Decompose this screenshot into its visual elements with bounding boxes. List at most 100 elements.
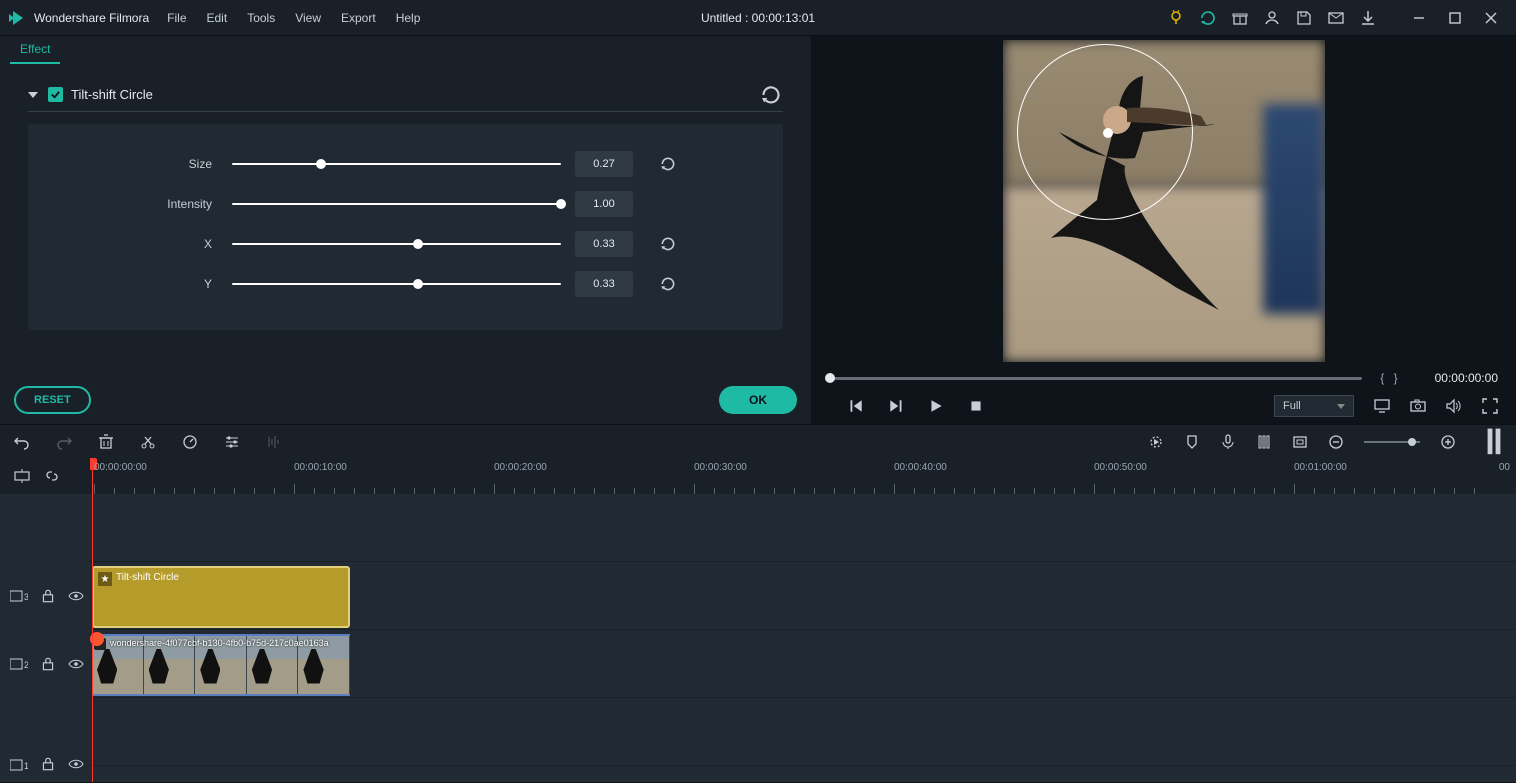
download-icon[interactable] (1360, 10, 1376, 26)
preview-pane: { } 00:00:00:00 Full (812, 36, 1516, 424)
ok-button[interactable]: OK (719, 386, 797, 414)
video-clip[interactable]: wondershare-4f077cbf-b130-4fb0-b75d-217c… (92, 634, 350, 696)
param-x-reset-icon[interactable] (659, 235, 677, 253)
preview-quality-label: Full (1283, 400, 1301, 412)
crop-icon[interactable] (1292, 434, 1308, 450)
track-visibility-icon[interactable] (68, 756, 84, 772)
fullscreen-icon[interactable] (1482, 398, 1498, 414)
track-lock-icon[interactable] (40, 588, 56, 604)
param-x-label: X (72, 237, 232, 251)
snapshot-icon[interactable] (1410, 398, 1426, 414)
tips-icon[interactable] (1168, 10, 1184, 26)
editor-tabbar: Effect (0, 36, 811, 64)
volume-icon[interactable] (1446, 398, 1462, 414)
zoom-in-icon[interactable] (1440, 434, 1456, 450)
param-size-slider[interactable] (232, 154, 561, 174)
refresh-icon[interactable] (1200, 10, 1216, 26)
param-y-value[interactable]: 0.33 (575, 271, 633, 297)
effect-clip-label: Tilt-shift Circle (116, 572, 179, 583)
zoom-fit-icon[interactable] (1486, 434, 1502, 450)
effect-clip[interactable]: ★ Tilt-shift Circle (92, 566, 350, 628)
window-maximize-button[interactable] (1438, 6, 1472, 30)
track-index-1: 1 (10, 758, 28, 772)
split-icon[interactable] (140, 434, 156, 450)
param-intensity-value[interactable]: 1.00 (575, 191, 633, 217)
collapse-caret-icon[interactable] (28, 92, 38, 98)
ruler-label: 00:00:00:00 (94, 462, 147, 473)
gift-icon[interactable] (1232, 10, 1248, 26)
effect-reset-icon[interactable] (759, 83, 783, 107)
record-vo-icon[interactable] (1220, 434, 1236, 450)
menu-view[interactable]: View (295, 11, 321, 25)
menu-help[interactable]: Help (396, 11, 421, 25)
effect-header: Tilt-shift Circle (28, 78, 783, 112)
preview-timecode: 00:00:00:00 (1435, 371, 1498, 385)
undo-icon[interactable] (14, 434, 30, 450)
param-x-slider[interactable] (232, 234, 561, 254)
effect-editor-pane: Effect Tilt-shift Circle Size 0.27 Inten… (0, 36, 812, 424)
menu-file[interactable]: File (167, 11, 186, 25)
playhead[interactable] (92, 458, 93, 494)
speed-icon[interactable] (182, 434, 198, 450)
ruler-label: 00:00:10:00 (294, 462, 347, 473)
adjust-icon[interactable] (224, 434, 240, 450)
zoom-out-icon[interactable] (1328, 434, 1344, 450)
track-lock-icon[interactable] (40, 656, 56, 672)
params-panel: Size 0.27 Intensity 1.00 X 0.33 (28, 124, 783, 330)
timeline-ruler-area: 00:00:00:0000:00:10:0000:00:20:0000:00:3… (0, 458, 1516, 494)
param-y-label: Y (72, 277, 232, 291)
param-x: X 0.33 (72, 224, 677, 264)
param-y-slider[interactable] (232, 274, 561, 294)
preview-canvas[interactable] (830, 40, 1498, 362)
project-title: Untitled : 00:00:13:01 (701, 11, 815, 25)
display-icon[interactable] (1374, 398, 1390, 414)
track-head-3: 3 (0, 562, 90, 630)
link-icon[interactable] (44, 468, 60, 484)
tilt-shift-center-handle[interactable] (1103, 128, 1113, 138)
track-index-2: 2 (10, 657, 28, 671)
svg-text:1: 1 (24, 761, 28, 771)
param-size-reset-icon[interactable] (659, 155, 677, 173)
audio-mix-icon[interactable] (266, 434, 282, 450)
mixer-icon[interactable] (1256, 434, 1272, 450)
delete-icon[interactable] (98, 434, 114, 450)
save-icon[interactable] (1296, 10, 1312, 26)
track-head-1: 1 (0, 698, 90, 782)
account-icon[interactable] (1264, 10, 1280, 26)
timeline-ruler[interactable]: 00:00:00:0000:00:10:0000:00:20:0000:00:3… (90, 458, 1516, 494)
param-size-value[interactable]: 0.27 (575, 151, 633, 177)
param-x-value[interactable]: 0.33 (575, 231, 633, 257)
step-back-button[interactable] (848, 398, 864, 414)
reset-button[interactable]: RESET (14, 386, 91, 414)
track-visibility-icon[interactable] (68, 588, 84, 604)
param-intensity-slider[interactable] (232, 194, 561, 214)
chevron-down-icon (1337, 404, 1345, 409)
track-visibility-icon[interactable] (68, 656, 84, 672)
effect-actionbar: RESET OK (0, 376, 811, 424)
mail-icon[interactable] (1328, 10, 1344, 26)
render-icon[interactable] (1148, 434, 1164, 450)
param-intensity: Intensity 1.00 (72, 184, 677, 224)
tracks-body[interactable]: ★ Tilt-shift Circle wondershare-4f077cbf… (90, 494, 1516, 782)
stop-button[interactable] (968, 398, 984, 414)
effect-enabled-checkbox[interactable] (48, 87, 63, 102)
window-close-button[interactable] (1474, 6, 1508, 30)
play-button[interactable] (928, 398, 944, 414)
menu-export[interactable]: Export (341, 11, 376, 25)
manage-tracks-icon[interactable] (14, 468, 30, 484)
preview-quality-select[interactable]: Full (1274, 395, 1354, 417)
tab-effect[interactable]: Effect (10, 36, 60, 64)
zoom-slider[interactable] (1364, 441, 1420, 443)
param-y-reset-icon[interactable] (659, 275, 677, 293)
track-lock-icon[interactable] (40, 756, 56, 772)
preview-progress-track[interactable] (830, 377, 1362, 380)
menu-tools[interactable]: Tools (247, 11, 275, 25)
step-forward-button[interactable] (888, 398, 904, 414)
video-clip-label: wondershare-4f077cbf-b130-4fb0-b75d-217c… (110, 638, 329, 648)
marker-icon[interactable] (1184, 434, 1200, 450)
window-minimize-button[interactable] (1402, 6, 1436, 30)
timeline-toolbar (0, 424, 1516, 458)
redo-icon[interactable] (56, 434, 72, 450)
menu-edit[interactable]: Edit (207, 11, 228, 25)
app-logo-icon (8, 9, 26, 27)
